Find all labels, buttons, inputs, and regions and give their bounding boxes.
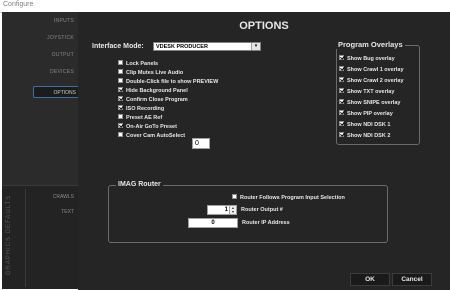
page-title: OPTIONS: [239, 20, 289, 32]
overlay-ndi-dsk-1[interactable]: Show NDI DSK 1: [339, 121, 391, 129]
option-label: Confirm Close Program: [126, 97, 188, 103]
router-output-label: Router Output #: [241, 207, 283, 213]
router-follows-label: Router Follows Program Input Selection: [240, 195, 345, 201]
sidebar-item-joystick[interactable]: JOYSTICK: [47, 35, 74, 41]
sidebar-item-options[interactable]: OPTIONS: [33, 86, 81, 98]
checkbox[interactable]: [339, 77, 344, 83]
overlay-label: Show PIP overlay: [347, 111, 393, 117]
checkbox[interactable]: [339, 88, 344, 94]
imag-router-title: IMAG Router: [116, 181, 163, 188]
options-panel: OPTIONS Interface Mode: VDESK PRODUCER ▾…: [78, 12, 450, 290]
overlay-label: Show Crawl 2 overlay: [347, 78, 404, 84]
checkbox[interactable]: [339, 121, 344, 127]
imag-router-group: [108, 185, 388, 243]
interface-mode-value: VDESK PRODUCER: [156, 44, 208, 50]
checkbox[interactable]: [339, 66, 344, 72]
overlay-crawl-1[interactable]: Show Crawl 1 overlay: [339, 66, 404, 74]
option-label: On-Air GoTo Preset: [126, 124, 177, 130]
overlay-ndi-dsk-2[interactable]: Show NDI DSK 2: [339, 132, 391, 140]
tab-text[interactable]: TEXT: [61, 209, 74, 215]
sidebar-item-inputs[interactable]: INPUTS: [54, 18, 74, 24]
ok-button[interactable]: OK: [350, 273, 390, 286]
option-double-click-preview[interactable]: Double-Click file to show PREVIEW: [118, 78, 219, 86]
router-output-value: 1: [224, 207, 228, 213]
option-confirm-close-program[interactable]: Confirm Close Program: [118, 96, 188, 104]
option-label: Preset AE Ref: [126, 115, 163, 121]
option-label: Hide Background Panel: [126, 88, 188, 94]
overlay-label: Show Bug overlay: [347, 56, 395, 62]
chevron-down-icon[interactable]: ▾: [251, 43, 260, 50]
option-lock-panels[interactable]: Lock Panels: [118, 60, 159, 68]
window-title: Configure: [3, 1, 34, 8]
option-cover-cam-autoselect[interactable]: Cover Cam AutoSelect: [118, 132, 186, 140]
option-label: Double-Click file to show PREVIEW: [126, 79, 219, 85]
router-output-stepper[interactable]: 1 ▲ ▼: [207, 205, 237, 215]
overlay-label: Show NDI DSK 2: [347, 133, 391, 139]
router-ip-address-label: Router IP Address: [242, 220, 290, 226]
overlay-snipe[interactable]: Show SNIPE overlay: [339, 99, 401, 107]
sidebar-item-output[interactable]: OUTPUT: [52, 52, 74, 58]
checkbox[interactable]: [118, 60, 123, 66]
router-ip-address-input[interactable]: 0: [188, 218, 238, 228]
sidebar-item-devices[interactable]: DEVICES: [50, 69, 74, 75]
overlay-pip[interactable]: Show PIP overlay: [339, 110, 393, 118]
divider: [25, 189, 26, 287]
overlay-label: Show SNIPE overlay: [347, 100, 401, 106]
spinner-arrows-icon[interactable]: ▲ ▼: [229, 206, 236, 214]
option-label: Lock Panels: [126, 61, 159, 67]
graphics-defaults-panel: GRAPHICS DEFAULTS CRAWLS TEXT: [2, 185, 78, 289]
checkbox[interactable]: [118, 114, 123, 120]
tab-graphics-defaults[interactable]: GRAPHICS DEFAULTS: [6, 180, 16, 290]
checkbox[interactable]: [232, 194, 237, 200]
overlay-txt[interactable]: Show TXT overlay: [339, 88, 395, 96]
overlay-label: Show NDI DSK 1: [347, 122, 391, 128]
overlay-bug[interactable]: Show Bug overlay: [339, 55, 395, 63]
checkbox[interactable]: [118, 69, 123, 75]
checkbox[interactable]: [118, 132, 123, 138]
option-on-air-goto-preset[interactable]: On-Air GoTo Preset: [118, 123, 177, 131]
overlay-label: Show Crawl 1 overlay: [347, 67, 404, 73]
interface-mode-label: Interface Mode:: [92, 43, 144, 50]
option-label: ISO Recording: [126, 106, 165, 112]
checkbox[interactable]: [339, 55, 344, 61]
checkbox[interactable]: [339, 132, 344, 138]
overlay-crawl-2[interactable]: Show Crawl 2 overlay: [339, 77, 404, 85]
checkbox[interactable]: [339, 99, 344, 105]
option-clip-mutes-live-audio[interactable]: Clip Mutes Live Audio: [118, 69, 184, 77]
overlay-label: Show TXT overlay: [347, 89, 395, 95]
checkbox[interactable]: [118, 123, 123, 129]
checkbox[interactable]: [118, 87, 123, 93]
option-label: Clip Mutes Live Audio: [126, 70, 184, 76]
interface-mode-select[interactable]: VDESK PRODUCER ▾: [153, 42, 261, 51]
tab-crawls[interactable]: CRAWLS: [53, 194, 74, 200]
router-follows-program-option[interactable]: Router Follows Program Input Selection: [232, 194, 345, 202]
option-hide-background-panel[interactable]: Hide Background Panel: [118, 87, 188, 95]
option-label: Cover Cam AutoSelect: [126, 133, 186, 139]
checkbox[interactable]: [118, 78, 123, 84]
program-overlays-title: Program Overlays: [336, 40, 405, 49]
checkbox[interactable]: [118, 96, 123, 102]
checkbox[interactable]: [118, 105, 123, 111]
option-preset-ae-ref[interactable]: Preset AE Ref: [118, 114, 163, 122]
option-iso-recording[interactable]: ISO Recording: [118, 105, 165, 113]
cancel-button[interactable]: Cancel: [392, 273, 432, 286]
cover-cam-autoselect-input[interactable]: 0: [192, 138, 210, 149]
checkbox[interactable]: [339, 110, 344, 116]
